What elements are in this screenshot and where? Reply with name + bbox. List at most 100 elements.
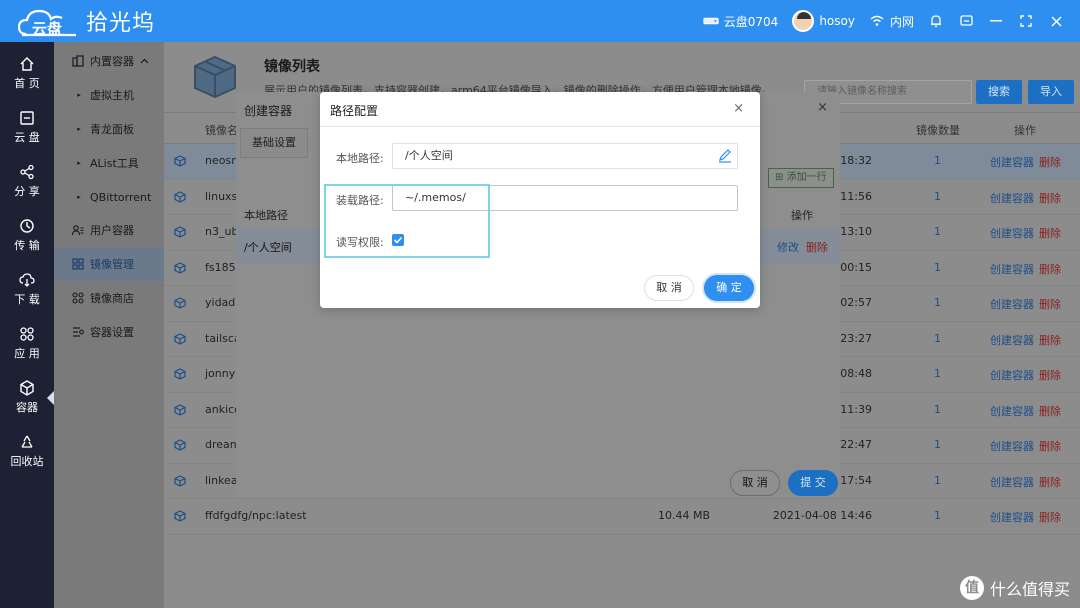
search-button[interactable]: 搜索 [976,80,1022,104]
cancel-button[interactable]: 取 消 [730,470,780,496]
create-container-link[interactable]: 创建容器 [990,474,1034,490]
screen-icon[interactable] [958,13,974,29]
left-nav: 首 页 云 盘 分 享 传 输 下 载 应 用 容器 回收站 [0,42,54,608]
app-brand: 拾光坞 [86,11,156,36]
delete-link[interactable]: 删除 [1039,296,1061,312]
subnav-item-qinglong[interactable]: ▸ 青龙面板 [54,112,164,146]
image-time: 11:39 [840,402,872,416]
delete-link[interactable]: 删除 [806,239,828,255]
delete-link[interactable]: 删除 [1039,190,1061,206]
delete-link[interactable]: 删除 [1039,438,1061,454]
delete-link[interactable]: 删除 [1039,403,1061,419]
create-container-link[interactable]: 创建容器 [990,367,1034,383]
image-count: 1 [934,367,941,380]
create-container-link[interactable]: 创建容器 [990,225,1034,241]
settings-list-icon [72,326,84,338]
image-count: 1 [934,438,941,451]
bell-icon[interactable] [928,13,944,29]
nav-download[interactable]: 下 载 [0,264,54,318]
create-container-link[interactable]: 创建容器 [990,438,1034,454]
delete-link[interactable]: 删除 [1039,474,1061,490]
add-row-label: 添加一行 [786,172,827,183]
subnav-item-image-store[interactable]: 镜像商店 [54,281,164,315]
cube-icon [174,403,186,416]
create-container-link[interactable]: 创建容器 [990,261,1034,277]
nav-container[interactable]: 容器 [0,372,54,426]
subnav-builtin-group[interactable]: 内置容器 [54,44,164,78]
nav-label: 回收站 [10,455,44,468]
network-status[interactable]: 内网 [869,13,914,30]
subnav-item-vm[interactable]: ▸ 虚拟主机 [54,78,164,112]
local-path-field[interactable]: /个人空间 [392,143,738,169]
create-container-link[interactable]: 创建容器 [990,509,1034,525]
image-count: 1 [934,296,941,309]
nav-label: 首 页 [14,77,40,90]
create-container-link[interactable]: 创建容器 [990,332,1034,348]
confirm-button[interactable]: 确 定 [704,275,754,301]
subnav-item-container-settings[interactable]: 容器设置 [54,315,164,349]
home-icon [20,57,34,71]
nav-home[interactable]: 首 页 [0,48,54,102]
nav-transfer[interactable]: 传 输 [0,210,54,264]
nav-apps[interactable]: 应 用 [0,318,54,372]
edit-pencil-icon[interactable] [717,148,733,164]
subnav-item-image-management[interactable]: 镜像管理 [54,247,164,281]
delete-link[interactable]: 删除 [1039,261,1061,277]
nav-cloud-disk[interactable]: 云 盘 [0,102,54,156]
divider [320,126,760,127]
grid-icon [72,258,84,270]
apps-icon [20,327,34,341]
add-row-button[interactable]: ⊞ 添加一行 [768,168,834,188]
plus-square-icon: ⊞ [775,172,784,183]
col-local-path: 本地路径 [244,209,288,222]
subnav-item-user-containers[interactable]: 用户容器 [54,213,164,247]
delete-link[interactable]: 删除 [1039,332,1061,348]
image-time: 23:27 [840,331,872,345]
image-time: 08:48 [840,367,872,380]
cube-icon [174,510,186,522]
nav-share[interactable]: 分 享 [0,156,54,210]
submit-button[interactable]: 提 交 [788,470,838,496]
subnav-item-label: QBittorrent [90,190,152,204]
table-row[interactable]: ffdfgdfg/npc:latest 10.44 MB 2021-04-08 14… [164,499,1080,535]
delete-link[interactable]: 删除 [1039,154,1061,170]
close-icon[interactable] [1048,13,1064,29]
close-icon[interactable]: × [733,101,744,116]
create-container-link[interactable]: 创建容器 [990,403,1034,419]
import-button[interactable]: 导入 [1028,80,1074,104]
image-count: 1 [934,473,941,487]
create-container-link[interactable]: 创建容器 [990,154,1034,170]
create-container-link[interactable]: 创建容器 [990,190,1034,206]
subnav-item-label: 用户容器 [90,224,134,237]
cancel-button[interactable]: 取 消 [644,275,694,301]
builtin-container-icon [72,55,84,67]
cube-icon [174,332,186,345]
cube-icon [174,226,186,238]
subnav-group-label: 内置容器 [90,55,134,68]
user-menu[interactable]: hosoy [792,10,855,32]
nav-label: 云 盘 [14,131,40,144]
disk-selector[interactable]: 云盘0704 [703,13,779,30]
delete-link[interactable]: 删除 [1039,225,1061,241]
minimize-icon[interactable] [988,13,1004,29]
cloud-disk-icon [20,111,34,125]
cube-icon [174,368,186,380]
edit-link[interactable]: 修改 [777,239,799,255]
tab-basic-settings[interactable]: 基础设置 [240,128,308,158]
delete-link[interactable]: 删除 [1039,509,1061,525]
subnav-item-label: AList工具 [90,157,139,170]
close-icon[interactable]: × [817,100,828,115]
watermark: 值 什么值得买 [959,576,1070,600]
bullet-icon: ▸ [77,193,81,201]
local-path-value: /个人空间 [405,149,453,162]
fullscreen-icon[interactable] [1018,13,1034,29]
subnav-item-qbittorrent[interactable]: ▸ QBittorrent [54,180,164,214]
cube-icon [174,261,186,274]
nav-recycle[interactable]: 回收站 [0,426,54,480]
delete-link[interactable]: 删除 [1039,367,1061,383]
subnav-item-alist[interactable]: ▸ AList工具 [54,146,164,180]
disk-name: 云盘0704 [723,14,779,29]
app-logo: 云盘 拾光坞 [18,4,155,38]
chevron-up-icon [138,55,150,67]
create-container-link[interactable]: 创建容器 [990,296,1034,312]
